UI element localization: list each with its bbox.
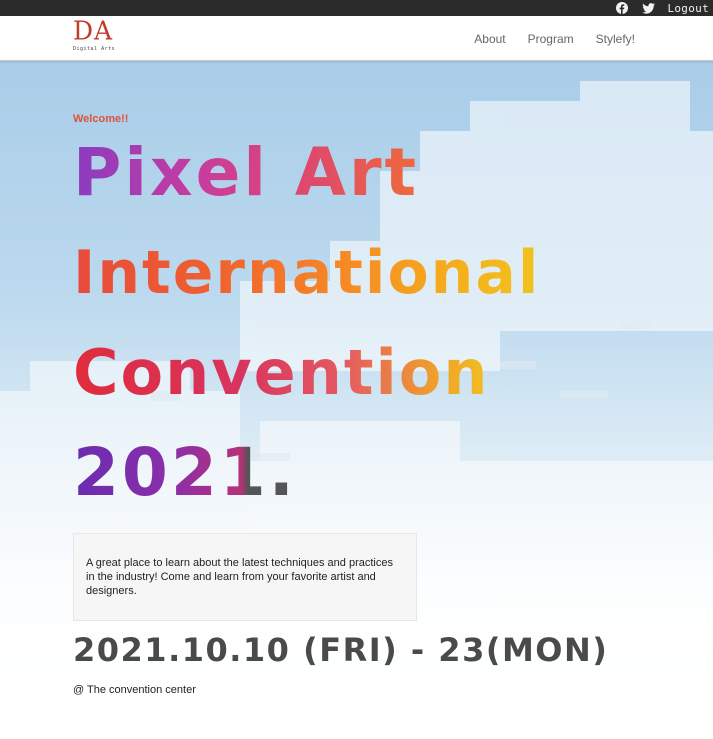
description-box: A great place to learn about the latest … — [73, 533, 417, 621]
hero-title-line-4: 2021. — [73, 434, 297, 511]
event-venue: @ The convention center — [73, 684, 196, 696]
nav-link-program[interactable]: Program — [528, 32, 574, 46]
hero-title-line-1: Pixel Art — [73, 134, 420, 211]
facebook-icon[interactable] — [615, 1, 629, 15]
nav-link-stylefy[interactable]: Stylefy! — [596, 32, 635, 46]
nav-links: About Program Stylefy! — [474, 16, 635, 61]
logout-link[interactable]: Logout — [667, 2, 709, 15]
description-text: A great place to learn about the latest … — [86, 557, 393, 597]
nav-link-about[interactable]: About — [474, 32, 505, 46]
hero-title-line-2: International — [73, 233, 540, 313]
logo-mark: DA — [73, 15, 114, 46]
hero-title-line-3: Convention — [73, 333, 489, 413]
twitter-icon[interactable] — [641, 1, 655, 15]
hero-section: Welcome!! Pixel Art International Conven… — [0, 61, 713, 739]
welcome-text: Welcome!! — [73, 113, 129, 125]
event-dates: 2021.10.10 (FRI) - 23(MON) — [73, 631, 609, 669]
site-logo[interactable]: DA Digital Arts — [73, 15, 119, 57]
logo-tagline: Digital Arts — [73, 46, 116, 52]
main-navbar: DA Digital Arts About Program Stylefy! — [0, 16, 713, 61]
top-utility-bar: Logout — [0, 0, 713, 16]
